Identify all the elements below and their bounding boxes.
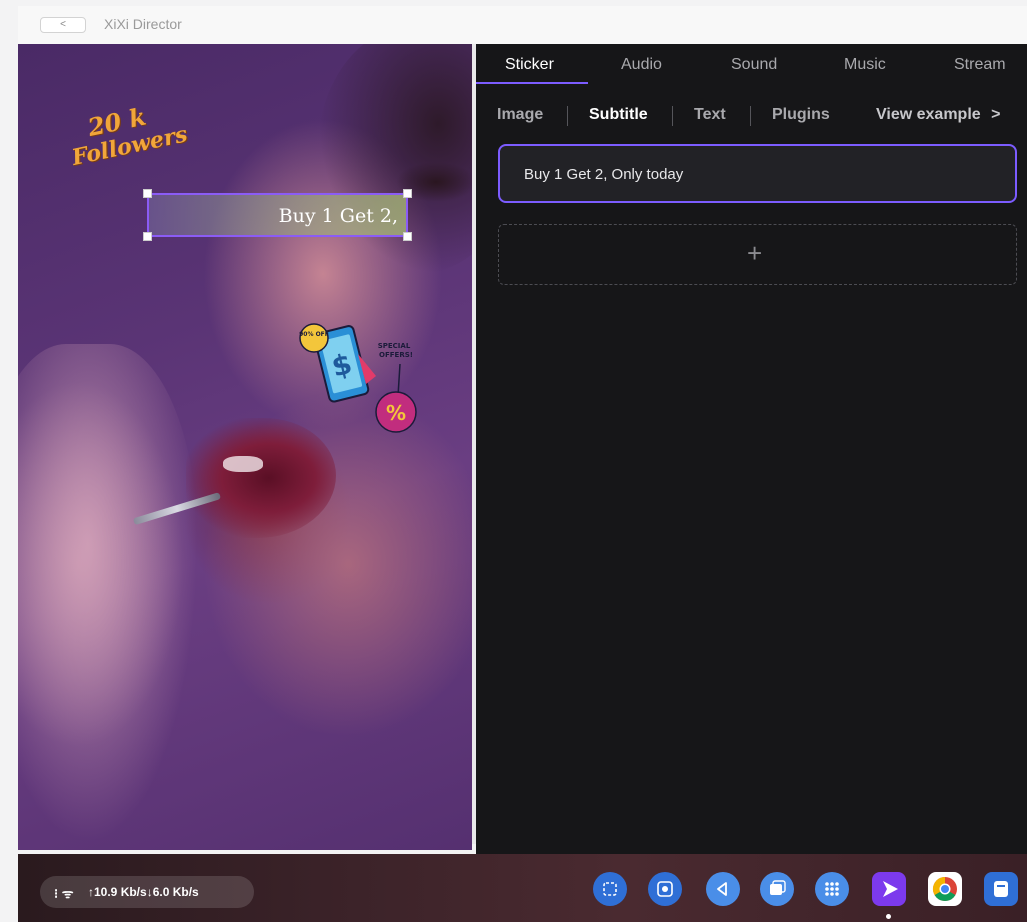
subtab-divider xyxy=(750,106,751,126)
tab-sticker[interactable]: Sticker xyxy=(505,56,554,74)
subtab-divider xyxy=(672,106,673,126)
back-button[interactable]: < xyxy=(40,17,86,33)
tab-stream[interactable]: Stream xyxy=(954,56,1006,74)
title-bar: < XiXi Director xyxy=(18,6,1027,44)
main-tabs: Sticker Audio Sound Music Stream xyxy=(476,44,1027,86)
hair-shape xyxy=(318,44,472,274)
add-subtitle-button[interactable]: + xyxy=(498,224,1017,285)
system-taskbar: ⁝ ᯤ ↑10.9 Kb/s↓6.0 Kb/s xyxy=(18,854,1027,922)
tab-music[interactable]: Music xyxy=(844,56,886,74)
xixi-director-icon[interactable] xyxy=(872,872,906,906)
screen-record-icon[interactable] xyxy=(648,872,682,906)
screenshot-icon[interactable] xyxy=(593,872,627,906)
lips-shape xyxy=(186,418,336,538)
subtab-divider xyxy=(567,106,568,126)
subtab-image[interactable]: Image xyxy=(497,106,543,124)
subtitle-list-item[interactable]: Buy 1 Get 2, Only today xyxy=(498,144,1017,203)
subtitle-overlay-text: Buy 1 Get 2, xyxy=(278,205,398,227)
sub-tabs: Image Subtitle Text Plugins View example… xyxy=(476,96,1027,132)
subtitle-item-text: Buy 1 Get 2, Only today xyxy=(524,166,684,183)
editor-panel: Sticker Audio Sound Music Stream Image S… xyxy=(476,44,1027,854)
apps-grid-icon[interactable] xyxy=(815,872,849,906)
resize-handle-top-right[interactable] xyxy=(403,189,412,198)
resize-handle-bottom-left[interactable] xyxy=(143,232,152,241)
network-speed: ↑10.9 Kb/s↓6.0 Kb/s xyxy=(88,885,199,899)
active-app-dot xyxy=(886,914,891,919)
network-status-pill[interactable]: ⁝ ᯤ ↑10.9 Kb/s↓6.0 Kb/s xyxy=(40,876,254,908)
view-example-link[interactable]: View example > xyxy=(876,106,1000,124)
offer-badge: 90% OFF xyxy=(299,331,329,338)
tab-sound[interactable]: Sound xyxy=(731,56,777,74)
resize-handle-top-left[interactable] xyxy=(143,189,152,198)
followers-sticker[interactable]: 20 k Followers xyxy=(64,95,190,188)
subtitle-overlay-box[interactable]: Buy 1 Get 2, xyxy=(143,189,412,241)
view-example-label: View example xyxy=(876,106,981,123)
chevron-right-icon: > xyxy=(991,106,1001,123)
back-nav-icon[interactable] xyxy=(706,872,740,906)
special-offer-sticker[interactable]: $ 90% OFF SPECIAL OFFERS! % xyxy=(296,314,426,434)
wifi-icon: ⁝ ᯤ xyxy=(54,886,74,901)
active-tab-indicator xyxy=(476,82,588,84)
video-preview[interactable]: 20 k Followers $ 90% OFF SPECIAL OFFERS!… xyxy=(18,44,472,850)
subtab-text[interactable]: Text xyxy=(694,106,726,124)
app-title: XiXi Director xyxy=(104,16,182,32)
plus-icon: + xyxy=(747,238,763,268)
tab-audio[interactable]: Audio xyxy=(621,56,662,74)
subtab-subtitle[interactable]: Subtitle xyxy=(589,106,648,124)
offer-percent: % xyxy=(386,401,406,425)
resize-handle-bottom-right[interactable] xyxy=(403,232,412,241)
subtab-plugins[interactable]: Plugins xyxy=(772,106,830,124)
offer-offers: OFFERS! xyxy=(379,351,413,359)
hand-shape xyxy=(18,344,198,844)
notes-app-icon[interactable] xyxy=(984,872,1018,906)
teeth-shape xyxy=(223,456,263,472)
chrome-icon[interactable] xyxy=(928,872,962,906)
recent-windows-icon[interactable] xyxy=(760,872,794,906)
offer-special: SPECIAL xyxy=(378,342,411,350)
